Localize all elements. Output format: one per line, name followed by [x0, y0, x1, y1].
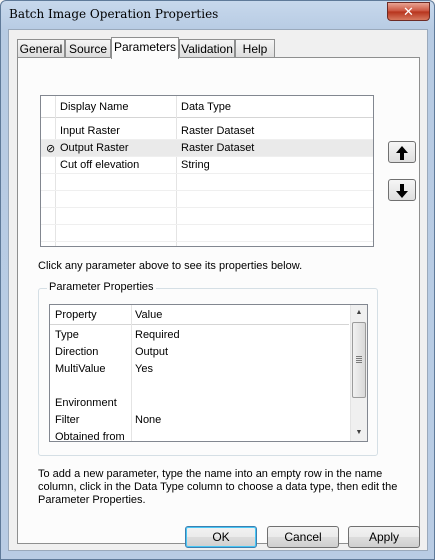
param-name: Output Raster [60, 142, 129, 154]
grid-row-empty[interactable] [41, 225, 373, 242]
grid-row[interactable]: ⊘ Output Raster Raster Dataset [41, 140, 373, 157]
property-name: Filter [55, 414, 80, 426]
current-row-marker-icon: ⊘ [46, 143, 56, 155]
property-row[interactable]: Direction Output [50, 344, 349, 361]
grid-row-empty[interactable] [41, 208, 373, 225]
parameter-hint-text: Click any parameter above to see its pro… [38, 260, 303, 272]
move-up-button[interactable] [388, 141, 416, 163]
grid-row[interactable]: Input Raster Raster Dataset [41, 123, 373, 140]
dialog-client-area: General Source Parameters Validation Hel… [8, 29, 428, 551]
apply-button[interactable]: Apply [348, 526, 420, 548]
props-header: Property Value [50, 305, 349, 325]
arrow-down-icon [396, 184, 408, 198]
grid-row-empty[interactable] [41, 174, 373, 191]
ok-button[interactable]: OK [185, 526, 257, 548]
property-row[interactable]: Type Required [50, 327, 349, 344]
tab-help[interactable]: Help [235, 39, 275, 58]
close-icon: ✕ [403, 4, 414, 19]
property-row[interactable] [50, 378, 349, 395]
property-name: Environment [55, 397, 117, 409]
property-row[interactable]: Filter None [50, 412, 349, 429]
param-name: Input Raster [60, 125, 120, 137]
grid-header: Display Name Data Type [41, 96, 373, 118]
param-type: String [181, 159, 210, 171]
window-title: Batch Image Operation Properties [9, 7, 219, 21]
param-name: Cut off elevation [60, 159, 140, 171]
property-name: Obtained from [55, 431, 125, 442]
column-header-display-name[interactable]: Display Name [60, 101, 128, 113]
parameter-properties-grid[interactable]: Property Value Type Required Direction O… [49, 304, 368, 442]
property-row[interactable]: Obtained from [50, 429, 349, 442]
grid-row-empty[interactable] [41, 191, 373, 208]
property-value[interactable]: Output [135, 346, 168, 358]
title-bar[interactable]: Batch Image Operation Properties ✕ [1, 1, 434, 27]
scroll-down-arrow-icon[interactable]: ▼ [351, 425, 367, 441]
dialog-window: Batch Image Operation Properties ✕ Gener… [0, 0, 435, 560]
property-row[interactable]: MultiValue Yes [50, 361, 349, 378]
parameter-properties-group: Parameter Properties Property Value Type… [38, 281, 378, 456]
param-type: Raster Dataset [181, 125, 255, 137]
column-header-value[interactable]: Value [135, 309, 162, 321]
param-type: Raster Dataset [181, 142, 255, 154]
property-value[interactable]: None [135, 414, 161, 426]
property-value[interactable]: Yes [135, 363, 153, 375]
parameters-tab-panel: Display Name Data Type Input Raster Rast… [17, 57, 420, 544]
property-row[interactable]: Environment [50, 395, 349, 412]
tab-validation[interactable]: Validation [179, 39, 235, 58]
move-down-button[interactable] [388, 179, 416, 201]
scrollbar-thumb[interactable] [352, 322, 366, 398]
tab-source[interactable]: Source [65, 39, 111, 58]
close-button[interactable]: ✕ [387, 2, 430, 21]
property-value[interactable]: Required [135, 329, 180, 341]
scroll-up-arrow-icon[interactable]: ▲ [351, 305, 367, 321]
scrollbar-grip-icon [356, 356, 362, 364]
property-name: MultiValue [55, 363, 106, 375]
instruction-text: To add a new parameter, type the name in… [38, 468, 398, 506]
arrow-up-icon [396, 146, 408, 160]
column-header-property[interactable]: Property [55, 309, 97, 321]
tab-parameters[interactable]: Parameters [111, 37, 179, 59]
properties-scrollbar[interactable]: ▲ ▼ [350, 305, 367, 441]
cancel-button[interactable]: Cancel [267, 526, 339, 548]
grid-row[interactable]: Cut off elevation String [41, 157, 373, 174]
tab-general[interactable]: General [17, 39, 65, 58]
property-name: Direction [55, 346, 99, 358]
group-title: Parameter Properties [47, 281, 156, 293]
property-name: Type [55, 329, 79, 341]
column-header-data-type[interactable]: Data Type [181, 101, 231, 113]
parameters-grid[interactable]: Display Name Data Type Input Raster Rast… [40, 95, 374, 247]
